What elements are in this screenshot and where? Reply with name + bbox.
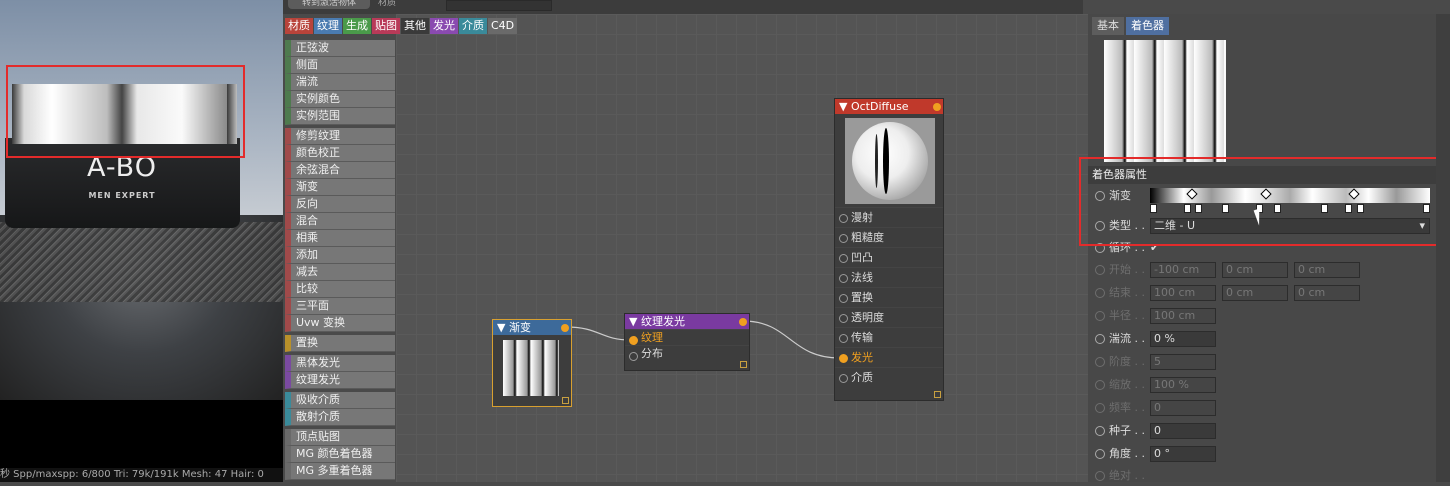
order-row: 阶度 . . 5 bbox=[1092, 352, 1442, 372]
octdiffuse-ports: 漫射 粗糙度 凹凸 法线 置换 透明度 传输 发光 介质 bbox=[835, 207, 943, 387]
turbulence-row: 湍流 . . 0 % bbox=[1092, 329, 1442, 349]
port-bump[interactable]: 凹凸 bbox=[835, 247, 943, 267]
port-texture[interactable]: 纹理 bbox=[625, 329, 749, 345]
octdiffuse-node[interactable]: ▼ OctDiffuse 漫射 粗糙度 凹凸 法线 置换 透明度 传输 发光 介… bbox=[834, 98, 944, 401]
absolute-row: 绝对 . . bbox=[1092, 466, 1442, 486]
end-label: 结束 . . bbox=[1109, 286, 1145, 299]
port-diffuse[interactable]: 漫射 bbox=[835, 207, 943, 227]
start-z-field[interactable]: 0 cm bbox=[1294, 262, 1360, 278]
start-y-field[interactable]: 0 cm bbox=[1222, 262, 1288, 278]
port-roughness[interactable]: 粗糙度 bbox=[835, 227, 943, 247]
resize-handle[interactable] bbox=[740, 361, 747, 368]
shader-preview bbox=[1104, 40, 1226, 162]
material-preview bbox=[845, 118, 935, 204]
port-medium[interactable]: 介质 bbox=[835, 367, 943, 387]
absolute-label: 绝对 . . bbox=[1109, 469, 1145, 482]
scale-field[interactable]: 100 % bbox=[1150, 377, 1216, 393]
seed-field[interactable]: 0 bbox=[1150, 423, 1216, 439]
order-label: 阶度 . . bbox=[1109, 355, 1145, 368]
seed-label: 种子 . . bbox=[1109, 424, 1145, 437]
end-z-field[interactable]: 0 cm bbox=[1294, 285, 1360, 301]
port-normal[interactable]: 法线 bbox=[835, 267, 943, 287]
end-row: 结束 . . 100 cm 0 cm 0 cm bbox=[1092, 283, 1442, 303]
turbulence-field[interactable]: 0 % bbox=[1150, 331, 1216, 347]
gradient-output-port[interactable] bbox=[561, 324, 569, 332]
scale-row: 缩放 . . 100 % bbox=[1092, 375, 1442, 395]
scale-label: 缩放 . . bbox=[1109, 378, 1145, 391]
gradient-node-title: ▼ 渐变 bbox=[493, 320, 571, 335]
frequency-label: 频率 . . bbox=[1109, 401, 1145, 414]
order-field[interactable]: 5 bbox=[1150, 354, 1216, 370]
seed-row: 种子 . . 0 bbox=[1092, 421, 1442, 441]
port-transmission[interactable]: 传输 bbox=[835, 327, 943, 347]
port-emission[interactable]: 发光 bbox=[835, 347, 943, 367]
tab-shader[interactable]: 着色器 bbox=[1126, 17, 1169, 35]
highlight-box-shader bbox=[1079, 157, 1443, 246]
octdiffuse-title: ▼ OctDiffuse bbox=[835, 99, 943, 114]
angle-label: 角度 . . bbox=[1109, 447, 1145, 460]
turbulence-label: 湍流 . . bbox=[1109, 332, 1145, 345]
port-displacement[interactable]: 置换 bbox=[835, 287, 943, 307]
port-opacity[interactable]: 透明度 bbox=[835, 307, 943, 327]
panel-scrollbar[interactable] bbox=[1436, 14, 1450, 482]
gradient-node[interactable]: ▼ 渐变 bbox=[492, 319, 572, 407]
radius-label: 半径 . . bbox=[1109, 309, 1145, 322]
port-distribution[interactable]: 分布 bbox=[625, 345, 749, 361]
resize-handle[interactable] bbox=[934, 391, 941, 398]
end-y-field[interactable]: 0 cm bbox=[1222, 285, 1288, 301]
radius-row: 半径 . . 100 cm bbox=[1092, 306, 1442, 326]
texture-emission-output-port[interactable] bbox=[739, 318, 747, 326]
texture-emission-node[interactable]: ▼ 纹理发光 纹理 分布 bbox=[624, 313, 750, 371]
texture-emission-title: ▼ 纹理发光 bbox=[625, 314, 749, 329]
resize-handle[interactable] bbox=[562, 397, 569, 404]
tab-basic[interactable]: 基本 bbox=[1092, 17, 1124, 35]
attributes-tabs: 基本 着色器 bbox=[1092, 17, 1169, 35]
radius-field[interactable]: 100 cm bbox=[1150, 308, 1216, 324]
angle-field[interactable]: 0 ° bbox=[1150, 446, 1216, 462]
frequency-row: 频率 . . 0 bbox=[1092, 398, 1442, 418]
start-label: 开始 . . bbox=[1109, 263, 1145, 276]
octdiffuse-output-port[interactable] bbox=[933, 103, 941, 111]
end-x-field[interactable]: 100 cm bbox=[1150, 285, 1216, 301]
frequency-field[interactable]: 0 bbox=[1150, 400, 1216, 416]
start-x-field[interactable]: -100 cm bbox=[1150, 262, 1216, 278]
start-row: 开始 . . -100 cm 0 cm 0 cm bbox=[1092, 260, 1442, 280]
gradient-preview bbox=[503, 340, 559, 396]
angle-row: 角度 . . 0 ° bbox=[1092, 444, 1442, 464]
